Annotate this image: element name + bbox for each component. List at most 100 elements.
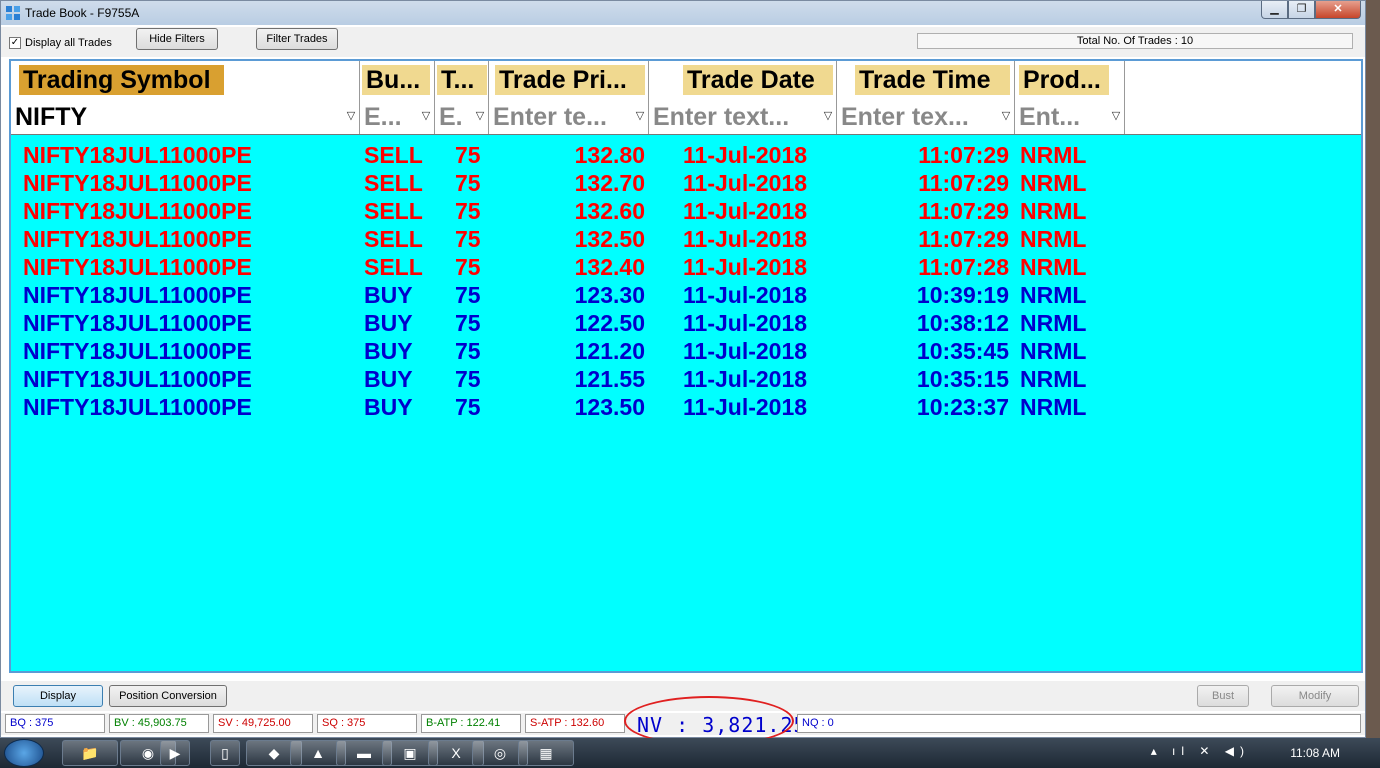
explorer-taskbar-icon[interactable]: 📁 — [62, 740, 118, 766]
document-taskbar-icon[interactable]: ▯ — [210, 740, 240, 766]
table-row[interactable]: NIFTY18JUL11000PE BUY 75 122.50 11-Jul-2018 1… — [11, 309, 1361, 337]
filter-funnel-icon[interactable]: ▽ — [474, 110, 486, 122]
display-button[interactable]: Display — [13, 685, 103, 707]
cell-trade-qty: 75 — [455, 282, 481, 308]
filter-cell-trading-symbol[interactable]: NIFTY ▽ — [11, 99, 360, 134]
cell-buy-sell: SELL — [364, 226, 423, 252]
cell-buy-sell: SELL — [364, 254, 423, 280]
system-tray-icons[interactable]: ▴ ıl ✕ ◀) — [1151, 744, 1250, 758]
filter-cell-trade-date[interactable]: Enter text... ▽ — [649, 99, 837, 134]
status-buy-qty: BQ : 375 — [5, 714, 105, 733]
cell-product: NRML — [1020, 198, 1087, 224]
table-row[interactable]: NIFTY18JUL11000PE BUY 75 123.50 11-Jul-2018 1… — [11, 393, 1361, 421]
cell-buy-sell: BUY — [364, 338, 413, 364]
cell-buy-sell: BUY — [364, 394, 413, 420]
cell-trade-time: 10:38:12 — [916, 310, 1009, 336]
cell-trade-date: 11-Jul-2018 — [683, 310, 808, 336]
cell-buy-sell: SELL — [364, 170, 423, 196]
filter-input-trade-price[interactable]: Enter te... — [493, 102, 629, 132]
filter-cell-trade-qty[interactable]: E. ▽ — [435, 99, 489, 134]
column-header-trade-qty[interactable]: T... — [435, 61, 489, 99]
cell-product: NRML — [1020, 394, 1087, 420]
column-header-product[interactable]: Prod... — [1015, 61, 1125, 99]
bust-button[interactable]: Bust — [1197, 685, 1249, 707]
cell-trading-symbol: NIFTY18JUL11000PE — [23, 310, 252, 336]
modify-button[interactable]: Modify — [1271, 685, 1359, 707]
column-header-trading-symbol[interactable]: Trading Symbol — [11, 61, 360, 99]
cell-product: NRML — [1020, 254, 1087, 280]
filter-input-trade-date[interactable]: Enter text... — [653, 102, 819, 132]
column-header-trade-date[interactable]: Trade Date — [649, 61, 837, 99]
cell-trade-date: 11-Jul-2018 — [683, 338, 808, 364]
cell-trading-symbol: NIFTY18JUL11000PE — [23, 142, 252, 168]
cell-trade-time: 10:39:19 — [916, 282, 1009, 308]
status-sell-value: SV : 49,725.00 — [213, 714, 313, 733]
calculator-taskbar-icon[interactable]: ▦ — [518, 740, 574, 766]
filter-funnel-icon[interactable]: ▽ — [345, 110, 357, 122]
cell-trade-price: 132.40 — [574, 254, 645, 280]
cell-trade-price: 121.55 — [574, 366, 645, 392]
cell-product: NRML — [1020, 310, 1087, 336]
filter-funnel-icon[interactable]: ▽ — [822, 110, 834, 122]
app-icon — [6, 6, 20, 20]
cell-trade-time: 11:07:28 — [918, 254, 1009, 280]
filter-input-trading-symbol[interactable]: NIFTY — [15, 102, 335, 132]
hide-filters-button[interactable]: Hide Filters — [136, 28, 218, 50]
cell-trade-qty: 75 — [455, 338, 481, 364]
table-row[interactable]: NIFTY18JUL11000PE BUY 75 121.20 11-Jul-2018 1… — [11, 337, 1361, 365]
column-header-buy-sell[interactable]: Bu... — [360, 61, 435, 99]
maximize-button[interactable]: ❐ — [1288, 1, 1315, 19]
cell-trade-date: 11-Jul-2018 — [683, 254, 808, 280]
filter-trades-button[interactable]: Filter Trades — [256, 28, 338, 50]
table-row[interactable]: NIFTY18JUL11000PE BUY 75 121.55 11-Jul-2018 1… — [11, 365, 1361, 393]
filter-funnel-icon[interactable]: ▽ — [634, 110, 646, 122]
minimize-button[interactable]: ▁ — [1261, 1, 1288, 19]
title-bar[interactable]: Trade Book - F9755A ▁ ❐ ✕ — [1, 1, 1365, 25]
position-conversion-button[interactable]: Position Conversion — [109, 685, 227, 707]
grid-header-row: Trading Symbol Bu... T... Trade Pri... T… — [11, 61, 1361, 99]
filter-funnel-icon[interactable]: ▽ — [420, 110, 432, 122]
table-row[interactable]: NIFTY18JUL11000PE SELL 75 132.60 11-Jul-2018… — [11, 197, 1361, 225]
cell-trade-price: 121.20 — [574, 338, 645, 364]
table-row[interactable]: NIFTY18JUL11000PE SELL 75 132.80 11-Jul-2018… — [11, 141, 1361, 169]
cell-trade-qty: 75 — [455, 310, 481, 336]
cell-buy-sell: BUY — [364, 310, 413, 336]
column-header-trade-time[interactable]: Trade Time — [837, 61, 1015, 99]
start-button[interactable] — [4, 739, 44, 767]
cell-trade-qty: 75 — [455, 198, 481, 224]
status-buy-value: BV : 45,903.75 — [109, 714, 209, 733]
filter-funnel-icon[interactable]: ▽ — [1000, 110, 1012, 122]
cell-trade-time: 10:23:37 — [916, 394, 1009, 420]
cell-trade-date: 11-Jul-2018 — [683, 394, 808, 420]
clock[interactable]: 11:08 AM — [1290, 746, 1340, 760]
cell-trade-time: 10:35:45 — [916, 338, 1009, 364]
filter-funnel-icon[interactable]: ▽ — [1110, 110, 1122, 122]
cell-trade-date: 11-Jul-2018 — [683, 170, 808, 196]
cell-trade-date: 11-Jul-2018 — [683, 282, 808, 308]
table-row[interactable]: NIFTY18JUL11000PE BUY 75 123.30 11-Jul-2018 1… — [11, 281, 1361, 309]
filter-cell-buy-sell[interactable]: E... ▽ — [360, 99, 435, 134]
filter-cell-product[interactable]: Ent... ▽ — [1015, 99, 1125, 134]
table-row[interactable]: NIFTY18JUL11000PE SELL 75 132.70 11-Jul-2018… — [11, 169, 1361, 197]
filter-input-trade-time[interactable]: Enter tex... — [841, 102, 995, 132]
table-row[interactable]: NIFTY18JUL11000PE SELL 75 132.50 11-Jul-2018… — [11, 225, 1361, 253]
column-header-trade-price[interactable]: Trade Pri... — [489, 61, 649, 99]
filter-cell-trade-price[interactable]: Enter te... ▽ — [489, 99, 649, 134]
table-row[interactable]: NIFTY18JUL11000PE SELL 75 132.40 11-Jul-2018… — [11, 253, 1361, 281]
filter-input-product[interactable]: Ent... — [1019, 102, 1091, 132]
cell-buy-sell: BUY — [364, 282, 413, 308]
cell-trade-time: 11:07:29 — [918, 170, 1009, 196]
cell-trade-qty: 75 — [455, 394, 481, 420]
cell-trading-symbol: NIFTY18JUL11000PE — [23, 170, 252, 196]
filter-cell-trade-time[interactable]: Enter tex... ▽ — [837, 99, 1015, 134]
close-button[interactable]: ✕ — [1315, 1, 1361, 19]
cell-trade-price: 122.50 — [574, 310, 645, 336]
media-player-taskbar-icon[interactable]: ▶ — [160, 740, 190, 766]
filter-input-trade-qty[interactable]: E. — [439, 102, 473, 132]
display-all-trades-checkbox[interactable]: ✓ Display all Trades — [9, 37, 112, 49]
cell-trade-time: 11:07:29 — [918, 142, 1009, 168]
trade-book-window: Trade Book - F9755A ▁ ❐ ✕ ✓ Display all … — [0, 0, 1366, 738]
filter-input-buy-sell[interactable]: E... — [364, 102, 416, 132]
checkbox-checked-icon[interactable]: ✓ — [9, 37, 21, 49]
trade-grid: Trading Symbol Bu... T... Trade Pri... T… — [9, 59, 1363, 673]
